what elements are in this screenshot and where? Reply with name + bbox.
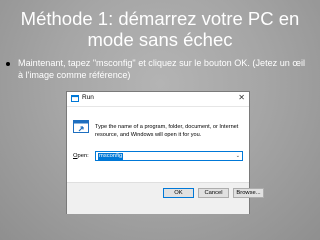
dialog-titlebar: Run ✕: [67, 92, 249, 107]
dialog-description: Type the name of a program, folder, docu…: [95, 124, 239, 138]
cancel-button[interactable]: Cancel: [198, 188, 229, 198]
ok-button[interactable]: OK: [163, 188, 194, 198]
open-label: Open:: [73, 153, 89, 159]
slide-title: Méthode 1: démarrez votre PC en mode san…: [20, 8, 300, 50]
open-input-value[interactable]: msconfig: [98, 153, 124, 160]
run-title-icon: [71, 95, 79, 102]
bullet-item: Maintenant, tapez "msconfig" et cliquez …: [6, 57, 312, 81]
dialog-footer: [67, 182, 249, 214]
bullet-text: Maintenant, tapez "msconfig" et cliquez …: [18, 58, 305, 80]
dropdown-chevron-icon[interactable]: ⌄: [236, 153, 240, 159]
browse-button[interactable]: Browse...: [233, 188, 264, 198]
open-input[interactable]: msconfig ⌄: [95, 151, 243, 161]
open-label-text: pen:: [77, 153, 89, 159]
run-dialog: Run ✕ Type the name of a program, folder…: [66, 91, 264, 214]
dialog-title: Run: [82, 94, 94, 101]
close-icon[interactable]: ✕: [238, 93, 245, 102]
bullet-icon: [6, 62, 10, 66]
run-program-icon: [73, 120, 89, 133]
